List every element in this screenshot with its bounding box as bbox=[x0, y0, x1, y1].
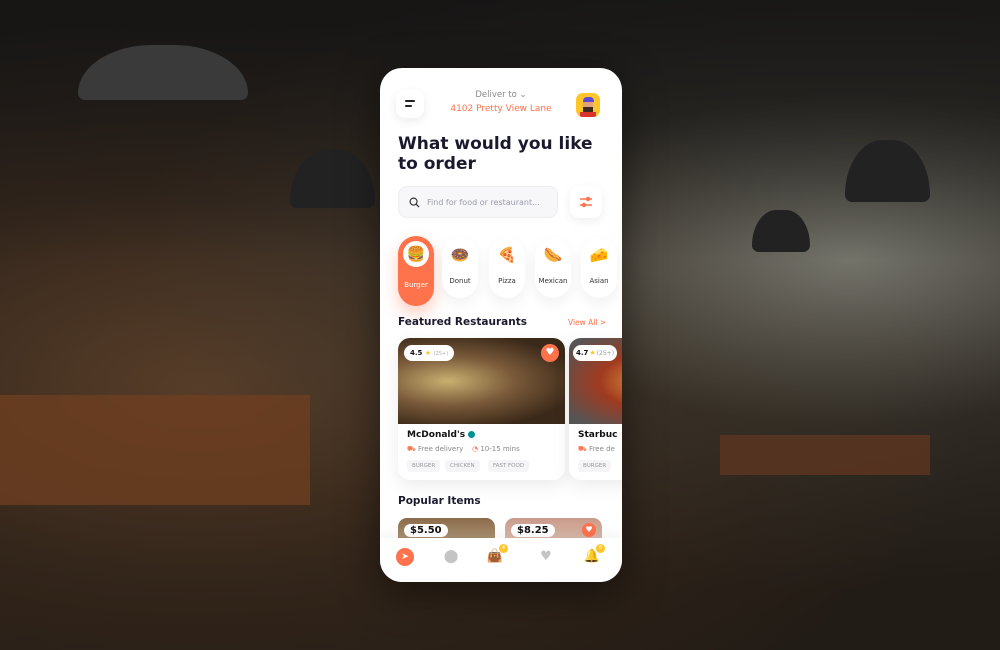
wooden-counter bbox=[0, 395, 310, 505]
donut-icon: 🍩 bbox=[450, 246, 470, 264]
tag: BURGER bbox=[407, 460, 441, 472]
timer-icon: ◔ bbox=[472, 445, 479, 453]
category-pizza[interactable]: 🍕 Pizza bbox=[489, 238, 525, 298]
search-placeholder: Find for food or restaurant... bbox=[427, 197, 540, 207]
heart-icon[interactable]: ♥ bbox=[537, 548, 555, 566]
rating-badge: 4.5 ★ (25+) bbox=[404, 345, 455, 361]
search-input[interactable]: Find for food or restaurant... bbox=[398, 186, 558, 218]
bell-icon[interactable]: 🔔 6 bbox=[583, 544, 605, 566]
delivery-info: ⛟ Free delivery bbox=[407, 445, 464, 453]
avatar[interactable] bbox=[576, 93, 600, 117]
category-label: Burger bbox=[404, 281, 428, 289]
deliver-label: Deliver to bbox=[475, 90, 517, 100]
category-label: Donut bbox=[449, 277, 471, 285]
price: $8.25 bbox=[511, 524, 555, 537]
search-icon bbox=[409, 197, 420, 208]
delivery-time: ◔ 10-15 mins bbox=[472, 445, 520, 453]
star-icon: ★ bbox=[424, 349, 432, 357]
restaurant-name: Starbuc bbox=[578, 430, 618, 440]
restaurant-card[interactable]: 4.7★(25+) Starbuc ⛟ Free de BURGER bbox=[569, 338, 622, 480]
location-icon[interactable]: ⬤ bbox=[442, 548, 460, 566]
restaurant-name: McDonald's bbox=[407, 430, 476, 440]
category-donut[interactable]: 🍩 Donut bbox=[442, 238, 478, 298]
tag: CHICKEN bbox=[445, 460, 480, 472]
delivery-icon: ⛟ bbox=[578, 445, 587, 453]
verified-icon bbox=[468, 431, 476, 438]
asian-food-icon: 🧀 bbox=[589, 246, 609, 264]
delivery-icon: ⛟ bbox=[407, 445, 416, 453]
restaurant-card[interactable]: 4.5 ★ (25+) ♥ McDonald's ⛟ Free delivery… bbox=[398, 338, 565, 480]
tag: BURGER bbox=[578, 460, 612, 472]
hotdog-icon: 🌭 bbox=[543, 246, 563, 264]
filter-button[interactable] bbox=[570, 186, 602, 218]
tag: FAST FOOD bbox=[488, 460, 530, 472]
burger-icon: 🍔 bbox=[403, 241, 429, 267]
filter-icon bbox=[580, 196, 592, 208]
bottom-nav: ➤ ⬤ 👜 4 ♥ 🔔 6 bbox=[380, 538, 622, 582]
pizza-icon: 🍕 bbox=[497, 246, 517, 264]
popular-title: Popular Items bbox=[398, 495, 481, 507]
view-all-link[interactable]: View All > bbox=[568, 318, 606, 327]
favorite-heart-icon[interactable]: ♥ bbox=[582, 523, 596, 537]
category-label: Pizza bbox=[498, 277, 516, 285]
notification-badge: 6 bbox=[596, 544, 605, 553]
delivery-info: ⛟ Free de bbox=[578, 445, 615, 453]
phone-app-screen: Deliver to ⌄ 4102 Pretty View Lane What … bbox=[380, 68, 622, 582]
page-title: What would you like to order bbox=[398, 134, 593, 174]
bag-icon[interactable]: 👜 4 bbox=[486, 544, 508, 566]
cart-badge: 4 bbox=[499, 544, 508, 553]
star-icon: ★ bbox=[589, 349, 596, 357]
category-label: Mexican bbox=[538, 277, 568, 285]
featured-title: Featured Restaurants bbox=[398, 316, 527, 328]
category-mexican[interactable]: 🌭 Mexican bbox=[535, 238, 571, 298]
compass-icon[interactable]: ➤ bbox=[396, 548, 414, 566]
category-label: Asian bbox=[589, 277, 609, 285]
price: $5.50 bbox=[404, 524, 448, 537]
category-asian[interactable]: 🧀 Asian bbox=[581, 238, 617, 298]
rating-count: (25+) bbox=[596, 350, 615, 357]
chevron-down-icon: ⌄ bbox=[519, 90, 527, 100]
category-burger[interactable]: 🍔 Burger bbox=[398, 236, 434, 306]
wooden-table bbox=[720, 435, 930, 475]
favorite-heart-icon[interactable]: ♥ bbox=[541, 344, 559, 362]
rating-badge: 4.7★(25+) bbox=[573, 345, 618, 361]
